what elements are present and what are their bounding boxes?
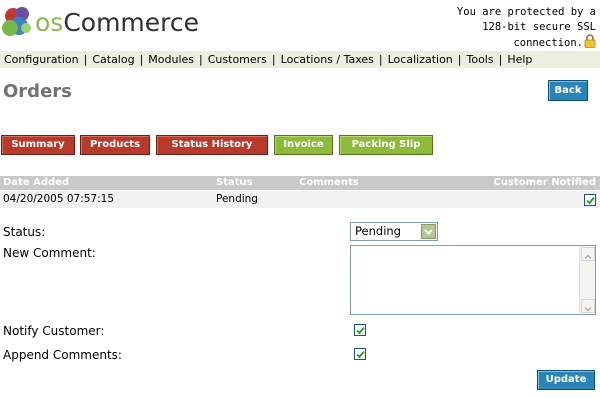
- history-date-cell: 04/20/2005 07:57:15: [3, 193, 115, 205]
- menu-item-tools[interactable]: Tools: [467, 53, 494, 66]
- tab-invoice[interactable]: Invoice: [274, 135, 333, 155]
- logo-circles-icon: [2, 7, 31, 36]
- menu-item-help[interactable]: Help: [507, 53, 532, 66]
- menu-item-configuration[interactable]: Configuration: [4, 53, 79, 66]
- main-menu-bar: Configuration | Catalog | Modules | Customers |…: [0, 51, 600, 68]
- menu-separator: |: [457, 53, 462, 66]
- menu-item-customers[interactable]: Customers: [208, 53, 267, 66]
- new-comment-label: New Comment:: [3, 246, 96, 260]
- column-header-date: Date Added: [3, 177, 70, 188]
- update-button[interactable]: Update: [537, 370, 595, 390]
- menu-item-locations-taxes[interactable]: Locations / Taxes: [281, 53, 374, 66]
- logo-text-commerce: Commerce: [63, 8, 200, 37]
- new-comment-textarea[interactable]: [350, 245, 596, 315]
- scroll-down-icon[interactable]: [581, 299, 595, 313]
- tab-status-history[interactable]: Status History: [156, 135, 268, 155]
- ssl-notice-line: 128-bit secure SSL: [482, 20, 596, 33]
- menu-separator: |: [83, 53, 88, 66]
- menu-item-modules[interactable]: Modules: [148, 53, 194, 66]
- menu-separator: |: [139, 53, 144, 66]
- column-header-status: Status: [216, 177, 253, 188]
- ssl-notice: You are protected by a 128-bit secure SS…: [446, 5, 596, 51]
- notify-customer-label: Notify Customer:: [3, 324, 105, 338]
- notify-customer-checkbox[interactable]: [354, 324, 366, 336]
- tab-packing-slip[interactable]: Packing Slip: [339, 135, 433, 155]
- menu-separator: |: [498, 53, 503, 66]
- comment-scrollbar[interactable]: [579, 246, 595, 314]
- lock-icon: [584, 34, 596, 48]
- append-comments-label: Append Comments:: [3, 348, 122, 362]
- append-comments-checkbox[interactable]: [354, 348, 366, 360]
- scroll-up-icon[interactable]: [581, 247, 595, 261]
- menu-separator: |: [378, 53, 383, 66]
- ssl-notice-line: You are protected by a: [456, 6, 596, 18]
- column-header-customer-notified: Customer Notified: [493, 177, 596, 188]
- customer-notified-checkmark-icon: [584, 194, 596, 206]
- history-status-cell: Pending: [216, 193, 258, 205]
- menu-item-catalog[interactable]: Catalog: [92, 53, 134, 66]
- menu-item-localization[interactable]: Localization: [388, 53, 453, 66]
- logo-text: osCommerce: [35, 8, 199, 38]
- status-select-value: Pending: [355, 224, 401, 238]
- chevron-down-icon[interactable]: [421, 224, 436, 239]
- status-label: Status:: [3, 225, 46, 239]
- page-title: Orders: [3, 81, 72, 102]
- menu-separator: |: [271, 53, 276, 66]
- back-button[interactable]: Back: [548, 80, 588, 101]
- tab-products[interactable]: Products: [80, 135, 150, 155]
- history-table-header: Date Added Status Comments Customer Noti…: [0, 176, 600, 190]
- status-select[interactable]: Pending: [350, 222, 438, 241]
- table-row: 04/20/2005 07:57:15 Pending: [0, 191, 600, 208]
- logo-text-os: os: [35, 8, 64, 37]
- menu-separator: |: [199, 53, 203, 66]
- column-header-comments: Comments: [299, 177, 359, 188]
- oscommerce-logo[interactable]: osCommerce: [2, 6, 202, 40]
- tab-summary[interactable]: Summary: [1, 135, 75, 155]
- ssl-notice-line: connection.: [513, 37, 583, 49]
